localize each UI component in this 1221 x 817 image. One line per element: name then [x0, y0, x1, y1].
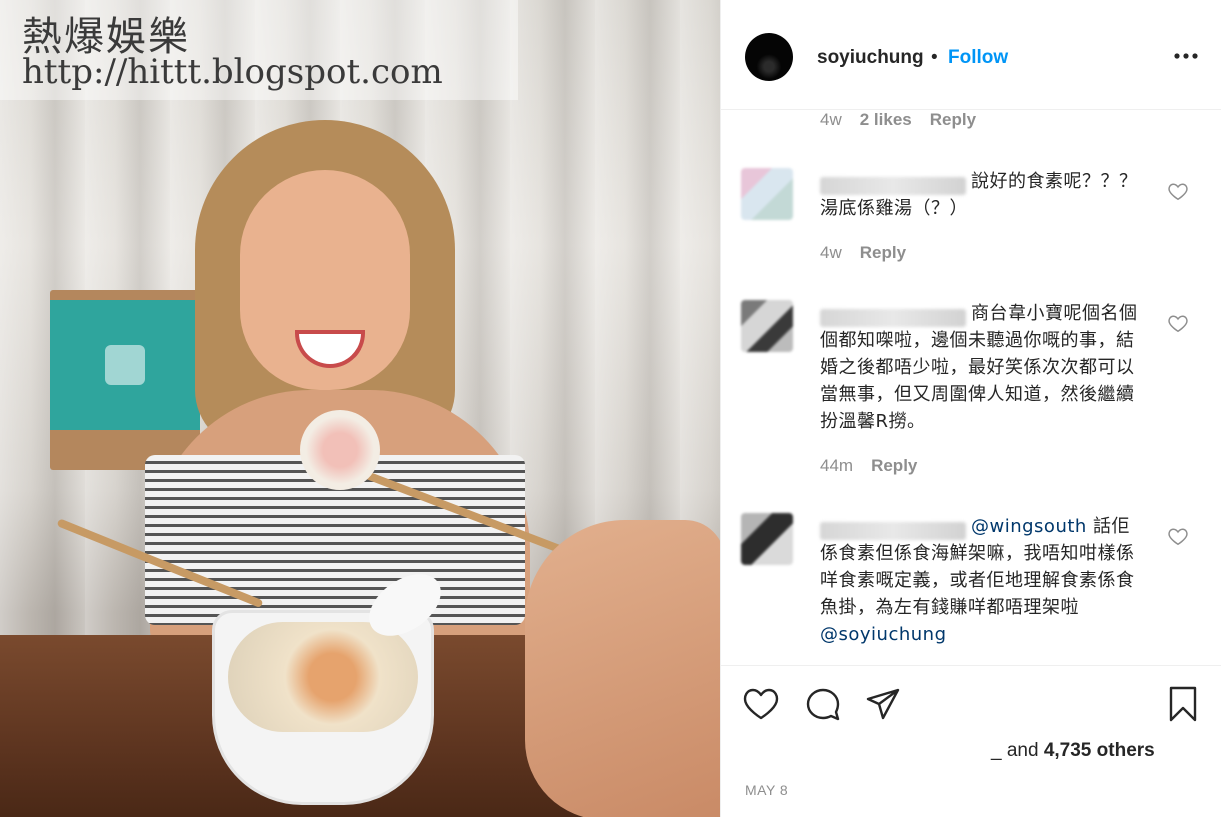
- comment-text: 說好的食素呢？？？湯底係雞湯（？）: [820, 171, 1138, 219]
- watermark-url: http://hittt.blogspot.com: [22, 52, 443, 92]
- watermark: 熱爆娛樂 http://hittt.blogspot.com: [0, 0, 518, 100]
- post-header: soyiuchung • Follow: [721, 0, 1221, 110]
- liked-by-prefix: _ and: [991, 740, 1044, 761]
- comment-item: 說好的食素呢？？？湯底係雞湯（？）: [741, 168, 1211, 278]
- comment-like-heart-icon[interactable]: [1167, 180, 1189, 202]
- dumpling: [300, 410, 380, 490]
- delivery-bag: [50, 290, 200, 470]
- author-username[interactable]: soyiuchung: [817, 47, 924, 69]
- comment-icon[interactable]: [803, 684, 843, 724]
- heart-icon[interactable]: [741, 684, 781, 724]
- commenter-avatar[interactable]: [741, 168, 793, 220]
- author-avatar[interactable]: [745, 33, 793, 81]
- commenter-avatar[interactable]: [741, 300, 793, 352]
- mention-link[interactable]: @soyiuchung: [820, 624, 947, 645]
- post-date[interactable]: MAY 8: [745, 782, 788, 798]
- likes-count[interactable]: 4,735 others: [1044, 740, 1155, 761]
- foreground-hand: [525, 520, 720, 817]
- post-actions: _ and 4,735 others MAY 8: [721, 665, 1221, 817]
- reply-button[interactable]: Reply: [930, 110, 976, 130]
- reply-button[interactable]: Reply: [871, 456, 917, 476]
- liked-by[interactable]: _ and 4,735 others: [991, 740, 1155, 762]
- follow-button[interactable]: Follow: [948, 47, 1008, 69]
- comment-likes[interactable]: 2 likes: [860, 110, 912, 130]
- comment-text: 商台韋小寶呢個名個個都知㗎啦，邊個未聽過你嘅的事，結婚之後都唔少啦，最好笑係次次…: [820, 303, 1138, 432]
- comment-meta: 4w Reply: [820, 243, 906, 263]
- more-options-icon[interactable]: [1169, 42, 1203, 70]
- comment-item: @wingsouth 話佢係食素但係食海鮮架嘛，我唔知咁樣係咩食素嘅定義，或者佢…: [741, 513, 1211, 663]
- header-separator: •: [931, 47, 938, 68]
- post-sidebar: soyiuchung • Follow 4w 2 likes Reply 說好的…: [720, 0, 1221, 817]
- comment-text: @wingsouth 話佢係食素但係食海鮮架嘛，我唔知咁樣係咩食素嘅定義，或者佢…: [820, 513, 1140, 648]
- comment-item: 商台韋小寶呢個名個個都知㗎啦，邊個未聽過你嘅的事，結婚之後都唔少啦，最好笑係次次…: [741, 300, 1211, 440]
- comment-time: 4w: [820, 243, 842, 262]
- comments-list[interactable]: 4w 2 likes Reply 說好的食素呢？？？湯底係雞湯（？） 4w Re…: [721, 110, 1221, 665]
- comment-meta: 4w 2 likes Reply: [820, 110, 976, 130]
- bookmark-icon[interactable]: [1163, 684, 1203, 724]
- comment-time: 44m: [820, 456, 854, 475]
- comment-meta: 44m Reply: [820, 456, 917, 476]
- commenter-avatar[interactable]: [741, 513, 793, 565]
- paper-plane-icon[interactable]: [863, 684, 903, 724]
- deliveroo-logo: [105, 345, 145, 385]
- reply-button[interactable]: Reply: [860, 243, 906, 263]
- comment-like-heart-icon[interactable]: [1167, 525, 1189, 547]
- post-photo[interactable]: 熱爆娛樂 http://hittt.blogspot.com: [0, 0, 720, 817]
- comment-like-heart-icon[interactable]: [1167, 312, 1189, 334]
- mention-link[interactable]: @wingsouth: [971, 516, 1087, 537]
- ramen-soup: [228, 622, 418, 732]
- comment-time: 4w: [820, 110, 842, 129]
